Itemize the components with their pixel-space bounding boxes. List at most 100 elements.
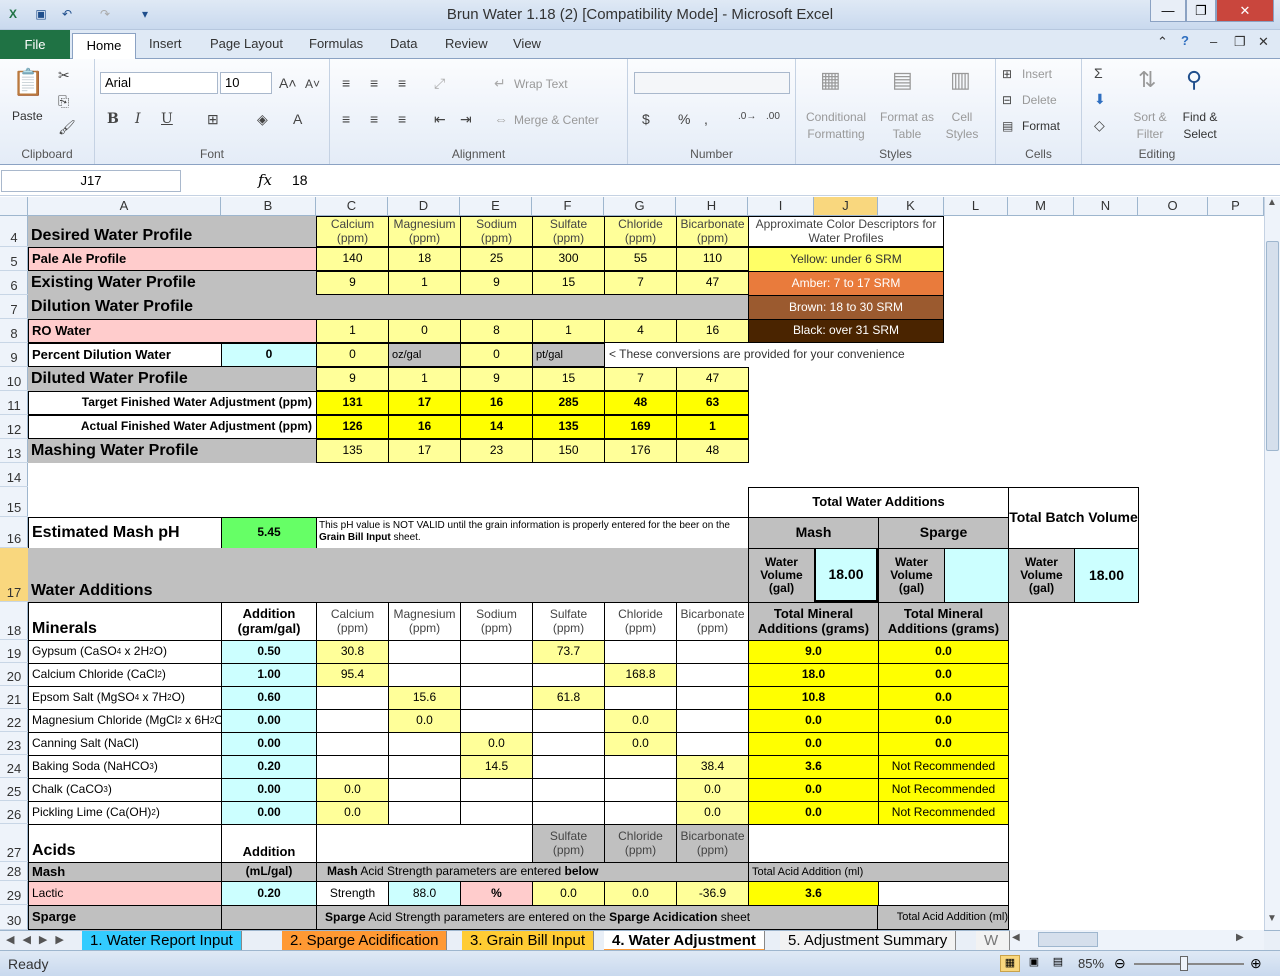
mineral-addition-input[interactable]: 0.00 [221,801,317,825]
zoom-in-icon[interactable]: ⊕ [1250,955,1262,972]
tab-page-layout[interactable]: Page Layout [210,36,283,51]
bold-icon[interactable]: B [107,111,119,127]
column-header-e[interactable]: E [460,197,532,215]
ro-water-label[interactable]: RO Water [28,319,317,343]
column-header-k[interactable]: K [878,197,944,215]
row-header[interactable]: 10 [0,367,28,391]
merge-center-icon[interactable]: ⇔ [494,111,508,127]
insert-cells-icon[interactable]: ⊞ [1002,67,1012,81]
insert-function-icon[interactable]: fx [258,171,272,189]
autosum-icon[interactable]: Σ [1094,65,1103,81]
sheet-tab-adjustment-summary[interactable]: 5. Adjustment Summary [780,931,957,951]
column-header-i[interactable]: I [748,197,814,215]
lactic-acid-select[interactable]: Lactic [28,881,222,906]
row-header[interactable]: 4 [0,216,28,247]
tab-insert[interactable]: Insert [149,36,182,51]
paste-button[interactable]: Paste [12,109,43,123]
workbook-minimize-icon[interactable]: – [1210,34,1217,49]
zoom-slider-thumb[interactable] [1180,956,1188,971]
sort-filter-icon[interactable]: ⇅ [1138,67,1156,93]
borders-icon[interactable]: ⊞ [207,111,219,128]
column-header-f[interactable]: F [532,197,604,215]
scroll-up-icon[interactable]: ▲ [1267,197,1277,208]
tab-formulas[interactable]: Formulas [309,36,363,51]
column-header-n[interactable]: N [1074,197,1138,215]
row-header[interactable]: 19 [0,640,28,663]
sheet-nav-icon[interactable]: ◀◀▶▶ [6,933,72,946]
row-header[interactable]: 22 [0,709,28,732]
fill-icon[interactable]: ⬇ [1094,91,1106,108]
zoom-level[interactable]: 85% [1078,956,1104,971]
row-header[interactable]: 23 [0,732,28,755]
tab-view[interactable]: View [513,36,541,51]
row-header[interactable]: 26 [0,801,28,824]
percent-icon[interactable]: % [678,111,690,127]
page-layout-view-icon[interactable]: ▣ [1024,955,1044,972]
row-header[interactable]: 21 [0,686,28,709]
formula-input[interactable]: 18 [292,172,308,188]
shrink-font-icon[interactable]: A˅ [305,77,320,91]
underline-icon[interactable]: U [161,111,173,127]
decrease-indent-icon[interactable]: ⇤ [434,111,446,128]
sparge-water-volume-input[interactable] [944,548,1009,603]
format-as-table-button[interactable]: Format as Table [876,109,938,143]
vertical-scrollbar[interactable]: ▲ ▼ [1264,197,1280,930]
align-bottom-icon[interactable]: ≡ [398,75,406,91]
column-header-o[interactable]: O [1138,197,1208,215]
italic-icon[interactable]: I [135,111,141,127]
workbook-restore-icon[interactable]: ❐ [1234,34,1246,50]
cut-icon[interactable]: ✂ [58,67,70,84]
row-header[interactable]: 27 [0,824,28,862]
scroll-right-icon[interactable]: ▶ [1236,932,1244,943]
align-middle-icon[interactable]: ≡ [370,75,378,91]
mineral-addition-input[interactable]: 0.00 [221,778,317,802]
paste-icon[interactable]: 📋 [12,67,44,98]
font-name-select[interactable]: Arial [100,72,218,94]
minimize-ribbon-icon[interactable]: ⌃ [1157,34,1168,50]
align-center-icon[interactable]: ≡ [370,111,378,127]
delete-cells-icon[interactable]: ⊟ [1002,93,1012,107]
column-header-m[interactable]: M [1008,197,1074,215]
decrease-decimal-icon[interactable]: .00 [766,111,780,122]
format-cells-icon[interactable]: ▤ [1002,119,1013,133]
row-header[interactable]: 30 [0,905,28,930]
row-header[interactable]: 9 [0,343,28,367]
row-header[interactable]: 24 [0,755,28,778]
select-all-corner[interactable] [0,197,28,215]
restore-icon[interactable]: ❐ [1186,0,1216,22]
font-size-select[interactable]: 10 [220,72,272,94]
mineral-addition-input[interactable]: 0.00 [221,732,317,756]
lactic-addition-input[interactable]: 0.20 [221,881,317,906]
format-cells-button[interactable]: Format [1022,119,1060,133]
row-header[interactable]: 25 [0,778,28,801]
increase-decimal-icon[interactable]: .0→ [738,111,756,122]
normal-view-icon[interactable]: ▦ [1000,955,1020,972]
mineral-addition-input[interactable]: 1.00 [221,663,317,687]
number-format-select[interactable] [634,72,790,94]
row-header[interactable]: 15 [0,487,28,517]
sheet-tab-next[interactable]: W [976,931,1010,951]
column-header-h[interactable]: H [676,197,748,215]
row-header[interactable]: 6 [0,271,28,295]
zoom-out-icon[interactable]: ⊖ [1114,955,1126,972]
mash-water-volume-input[interactable]: 18.00 [814,548,878,602]
align-right-icon[interactable]: ≡ [398,111,406,127]
row-header[interactable]: 20 [0,663,28,686]
workbook-close-icon[interactable]: ✕ [1258,34,1269,50]
row-header[interactable]: 29 [0,881,28,905]
column-header-a[interactable]: A [28,197,221,215]
mineral-addition-input[interactable]: 0.20 [221,755,317,779]
format-as-table-icon[interactable]: ▤ [892,67,913,93]
column-header-g[interactable]: G [604,197,676,215]
sort-filter-button[interactable]: Sort & Filter [1128,109,1172,143]
column-header-j[interactable]: J [814,197,878,215]
row-header[interactable]: 17 [0,548,28,602]
comma-icon[interactable]: , [704,111,708,127]
align-top-icon[interactable]: ≡ [342,75,350,91]
help-icon[interactable]: ? [1181,33,1189,48]
row-header[interactable]: 8 [0,319,28,343]
delete-cells-button[interactable]: Delete [1022,93,1057,107]
orientation-icon[interactable]: ⤢ [434,75,445,92]
close-icon[interactable]: ✕ [1216,0,1274,22]
mineral-addition-input[interactable]: 0.50 [221,640,317,664]
